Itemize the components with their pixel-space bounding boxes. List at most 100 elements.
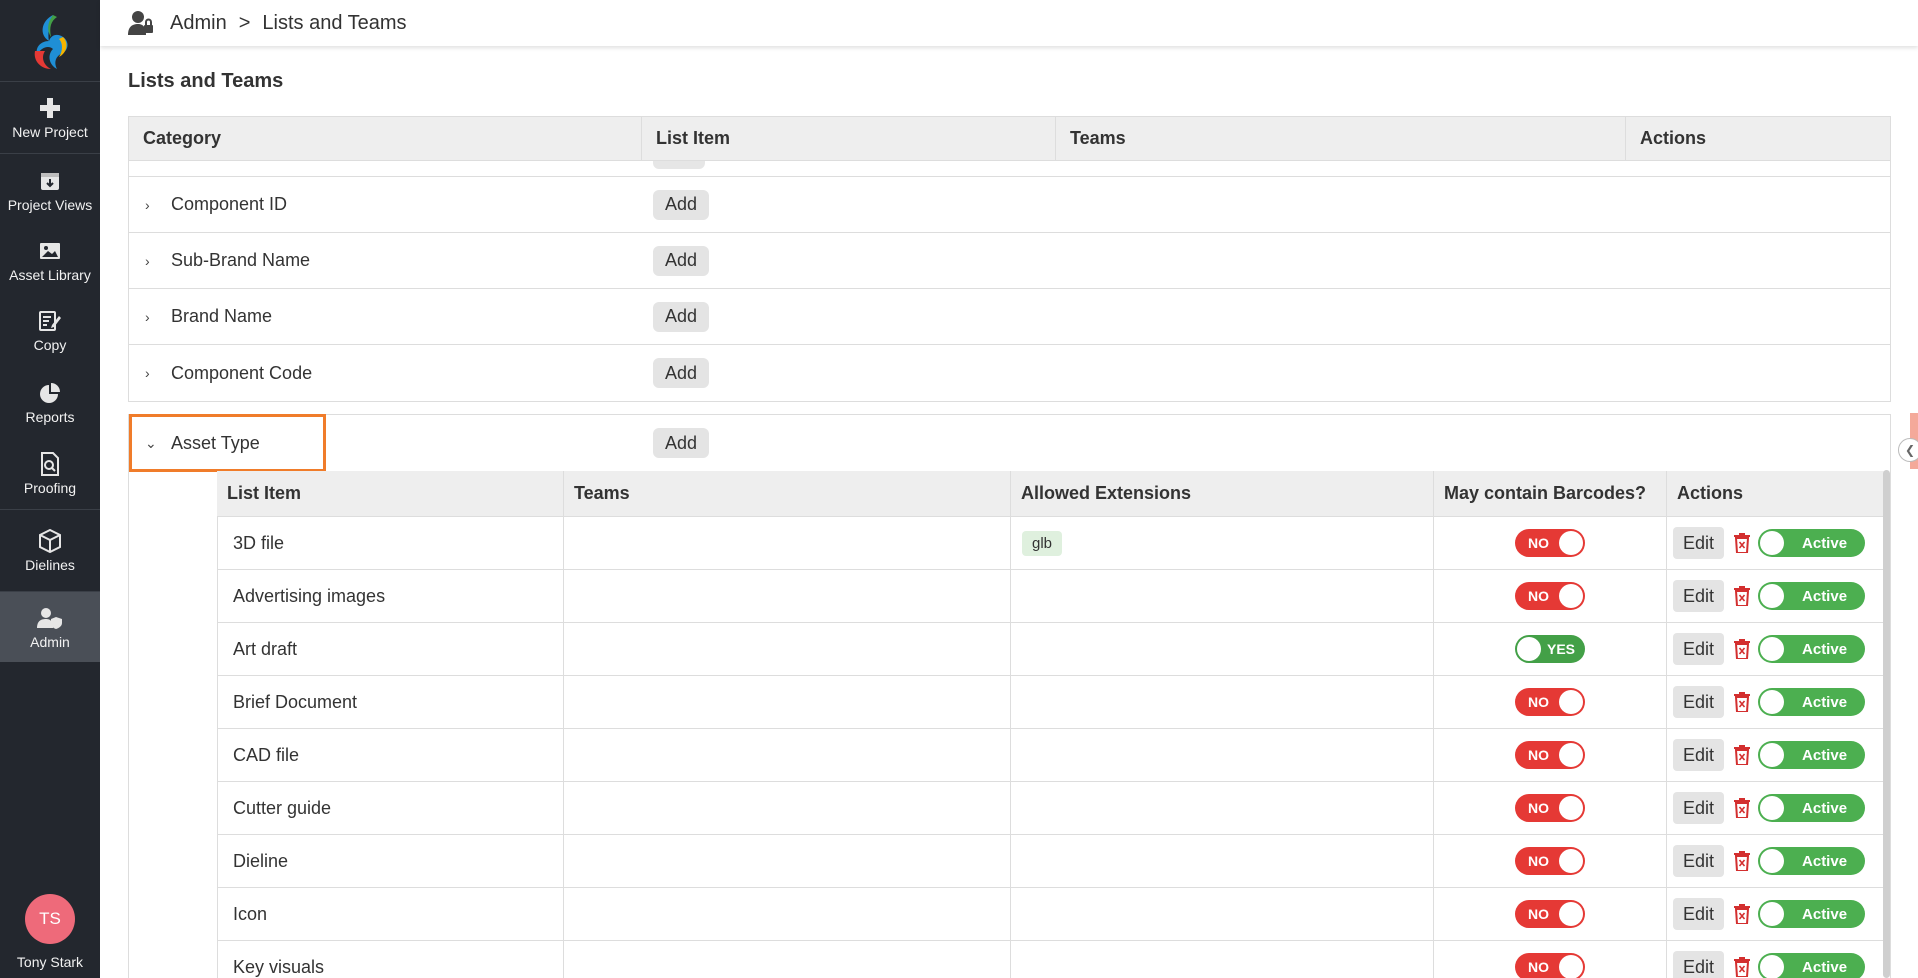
table-row: › Component Code Add — [129, 345, 1890, 401]
edit-button[interactable]: Edit — [1673, 527, 1725, 559]
table-row: Brief Document NO Edit Active — [217, 676, 1886, 729]
edit-button[interactable]: Edit — [1673, 845, 1725, 877]
extensions-cell — [1011, 623, 1434, 675]
barcode-toggle-label: NO — [1528, 694, 1549, 710]
barcodes-cell: NO — [1434, 941, 1667, 978]
barcode-toggle[interactable]: NO — [1515, 900, 1585, 928]
asset-type-row: ⌄ Asset Type Add — [129, 414, 1890, 472]
barcode-toggle[interactable]: NO — [1515, 741, 1585, 769]
table-row: 3D file glb NO Edit Active — [217, 517, 1886, 570]
sidebar-item-reports[interactable]: Reports — [0, 366, 100, 438]
header-teams: Teams — [564, 471, 1011, 516]
edit-button[interactable]: Edit — [1673, 951, 1725, 978]
active-toggle[interactable]: Active — [1758, 953, 1866, 978]
category-toggle[interactable]: › Sub-Brand Name — [129, 250, 642, 271]
category-toggle[interactable]: › Component ID — [129, 194, 642, 215]
active-toggle[interactable]: Active — [1758, 688, 1866, 716]
breadcrumb-admin[interactable]: Admin — [170, 12, 227, 35]
delete-icon[interactable] — [1734, 692, 1751, 712]
actions-cell: Edit Active — [1667, 676, 1886, 728]
toggle-knob — [1559, 902, 1583, 926]
sidebar-item-copy[interactable]: Copy — [0, 294, 100, 366]
scrollbar[interactable] — [1883, 470, 1890, 978]
barcode-toggle[interactable]: NO — [1515, 582, 1585, 610]
add-button[interactable]: Add — [653, 301, 710, 332]
user-profile[interactable]: TS Tony Stark — [0, 894, 100, 970]
actions-cell: Edit Active — [1667, 888, 1886, 940]
table-row: Dieline NO Edit Active — [217, 835, 1886, 888]
actions-cell: Edit Active — [1667, 570, 1886, 622]
active-toggle[interactable]: Active — [1758, 529, 1866, 557]
list-item-name: Key visuals — [217, 941, 564, 978]
barcodes-cell: NO — [1434, 835, 1667, 887]
add-button[interactable]: Add — [653, 428, 710, 458]
active-toggle[interactable]: Active — [1758, 794, 1866, 822]
teams-cell — [564, 623, 1011, 675]
toggle-knob — [1559, 743, 1583, 767]
active-toggle[interactable]: Active — [1758, 900, 1866, 928]
table-row: CAD file NO Edit Active — [217, 729, 1886, 782]
barcode-toggle[interactable]: NO — [1515, 688, 1585, 716]
barcode-toggle[interactable]: NO — [1515, 953, 1585, 978]
toggle-knob — [1559, 584, 1583, 608]
sidebar-item-proofing[interactable]: Proofing — [0, 438, 100, 510]
toggle-knob — [1760, 690, 1785, 714]
edit-button[interactable]: Edit — [1673, 580, 1725, 612]
collapse-button[interactable]: ❮ — [1898, 438, 1918, 462]
logo-icon — [34, 14, 68, 69]
active-toggle-label: Active — [1802, 693, 1848, 711]
sidebar-item-new-project[interactable]: New Project — [0, 82, 100, 154]
delete-icon[interactable] — [1734, 745, 1751, 765]
add-button[interactable]: Add — [653, 189, 710, 220]
barcode-toggle[interactable]: NO — [1515, 529, 1585, 557]
barcode-toggle[interactable]: NO — [1515, 794, 1585, 822]
edit-button[interactable]: Edit — [1673, 633, 1725, 665]
delete-icon[interactable] — [1734, 639, 1751, 659]
active-toggle[interactable]: Active — [1758, 741, 1866, 769]
delete-icon[interactable] — [1734, 586, 1751, 606]
add-button-partial[interactable] — [653, 161, 705, 169]
active-toggle[interactable]: Active — [1758, 635, 1866, 663]
actions-cell: Edit Active — [1667, 835, 1886, 887]
barcode-toggle[interactable]: NO — [1515, 847, 1585, 875]
category-toggle[interactable]: › Component Code — [129, 363, 642, 384]
edit-button[interactable]: Edit — [1673, 686, 1725, 718]
list-item-name: CAD file — [217, 729, 564, 781]
barcode-toggle[interactable]: YES — [1515, 635, 1585, 663]
table-row: Icon NO Edit Active — [217, 888, 1886, 941]
avatar[interactable]: TS — [25, 894, 75, 944]
add-button[interactable]: Add — [653, 358, 710, 388]
teams-cell — [564, 517, 1011, 569]
sidebar-item-asset-library[interactable]: Asset Library — [0, 226, 100, 294]
active-toggle[interactable]: Active — [1758, 847, 1866, 875]
download-box-icon — [39, 168, 61, 194]
active-toggle[interactable]: Active — [1758, 582, 1866, 610]
delete-icon[interactable] — [1734, 904, 1751, 924]
extensions-cell — [1011, 570, 1434, 622]
chevron-right-icon: › — [145, 365, 150, 381]
teams-cell — [564, 888, 1011, 940]
edit-button[interactable]: Edit — [1673, 898, 1725, 930]
barcodes-cell: NO — [1434, 517, 1667, 569]
extensions-cell — [1011, 835, 1434, 887]
teams-cell — [564, 782, 1011, 834]
barcode-toggle-label: NO — [1528, 747, 1549, 763]
delete-icon[interactable] — [1734, 957, 1751, 977]
app-logo[interactable] — [0, 0, 100, 82]
active-toggle-label: Active — [1802, 640, 1848, 658]
highlight-box — [129, 414, 326, 472]
edit-button[interactable]: Edit — [1673, 739, 1725, 771]
sidebar-item-project-views[interactable]: Project Views — [0, 154, 100, 226]
categories-table: Category List Item Teams Actions › Compo… — [128, 116, 1891, 402]
delete-icon[interactable] — [1734, 798, 1751, 818]
edit-button[interactable]: Edit — [1673, 792, 1725, 824]
sidebar-item-admin[interactable]: Admin — [0, 592, 100, 662]
sidebar-item-dielines[interactable]: Dielines — [0, 510, 100, 592]
actions-cell: Edit Active — [1667, 517, 1886, 569]
delete-icon[interactable] — [1734, 851, 1751, 871]
category-toggle[interactable]: › Brand Name — [129, 306, 642, 327]
delete-icon[interactable] — [1734, 533, 1751, 553]
asset-type-rows: 3D file glb NO Edit Active Advertising images… — [217, 517, 1886, 978]
cube-icon — [38, 528, 62, 554]
add-button[interactable]: Add — [653, 245, 710, 276]
